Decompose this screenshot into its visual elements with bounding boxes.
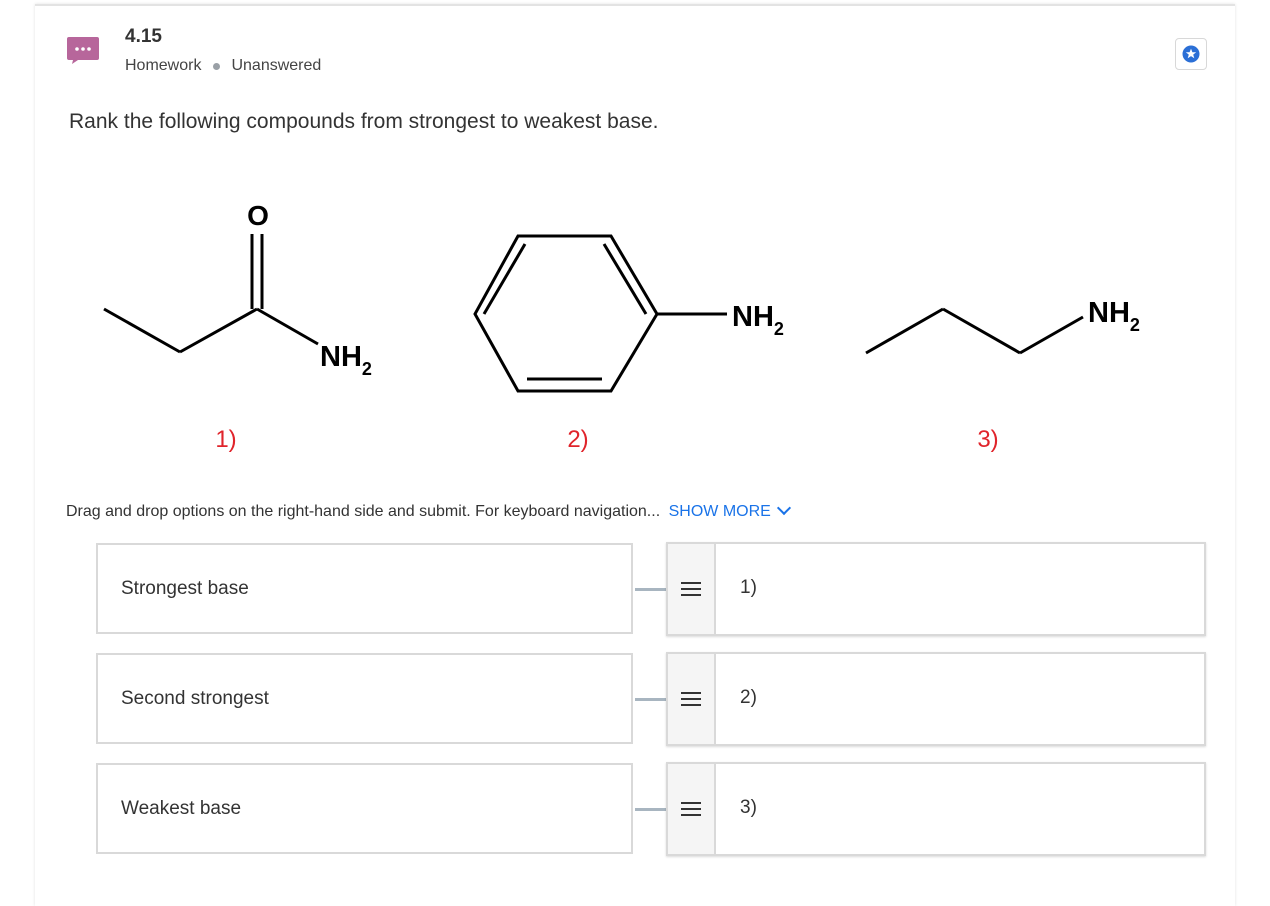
compound-1-oxygen: O [247, 200, 269, 231]
show-more-link[interactable]: SHOW MORE [669, 500, 791, 520]
target-label: Weakest base [121, 798, 242, 819]
drop-target-second[interactable]: Second strongest [96, 653, 633, 744]
connector-line [635, 698, 667, 701]
compound-1-amine: NH2 [320, 341, 372, 379]
compound-3-label: 3) [977, 426, 998, 453]
drag-handle-icon [681, 692, 701, 706]
question-number: 4.15 [125, 26, 162, 47]
compound-structures-figure: O NH2 1) NH2 2) NH2 3) [103, 200, 1140, 453]
drop-target-strongest[interactable]: Strongest base [96, 543, 633, 634]
star-bookmark-icon [1182, 45, 1200, 63]
option-label: 2) [740, 687, 757, 708]
option-label: 3) [740, 797, 757, 818]
drag-handle[interactable] [668, 654, 716, 744]
drag-handle[interactable] [668, 764, 716, 854]
instructions: Drag and drop options on the right-hand … [66, 500, 791, 521]
bookmark-button[interactable] [1175, 38, 1207, 70]
chevron-down-icon [776, 500, 791, 516]
compound-3-amine: NH2 [1088, 297, 1140, 335]
draggable-option-3[interactable]: 3) [666, 762, 1206, 856]
compound-2-label: 2) [567, 426, 588, 453]
status-label: Unanswered [231, 57, 322, 74]
separator-dot [213, 62, 221, 70]
compound-1-label: 1) [215, 426, 236, 453]
target-label: Strongest base [121, 578, 249, 599]
draggable-option-2[interactable]: 2) [666, 652, 1206, 746]
connector-line [635, 588, 667, 591]
compound-3-propylamine [865, 307, 1084, 355]
compound-1-propanamide [103, 234, 319, 354]
draggable-option-1[interactable]: 1) [666, 542, 1206, 636]
question-prompt: Rank the following compounds from strong… [69, 110, 659, 133]
target-label: Second strongest [121, 688, 269, 709]
instructions-text: Drag and drop options on the right-hand … [66, 503, 661, 520]
drag-handle[interactable] [668, 544, 716, 634]
drop-target-weakest[interactable]: Weakest base [96, 763, 633, 854]
chat-bubble-icon [67, 37, 99, 64]
compound-2-amine: NH2 [732, 301, 784, 339]
connector-line [635, 808, 667, 811]
drag-handle-icon [681, 802, 701, 816]
question-meta: Homework Unanswered [125, 57, 321, 75]
option-label: 1) [740, 577, 757, 598]
drag-handle-icon [681, 582, 701, 596]
compound-2-aniline [473, 234, 727, 393]
category-label: Homework [125, 57, 202, 74]
